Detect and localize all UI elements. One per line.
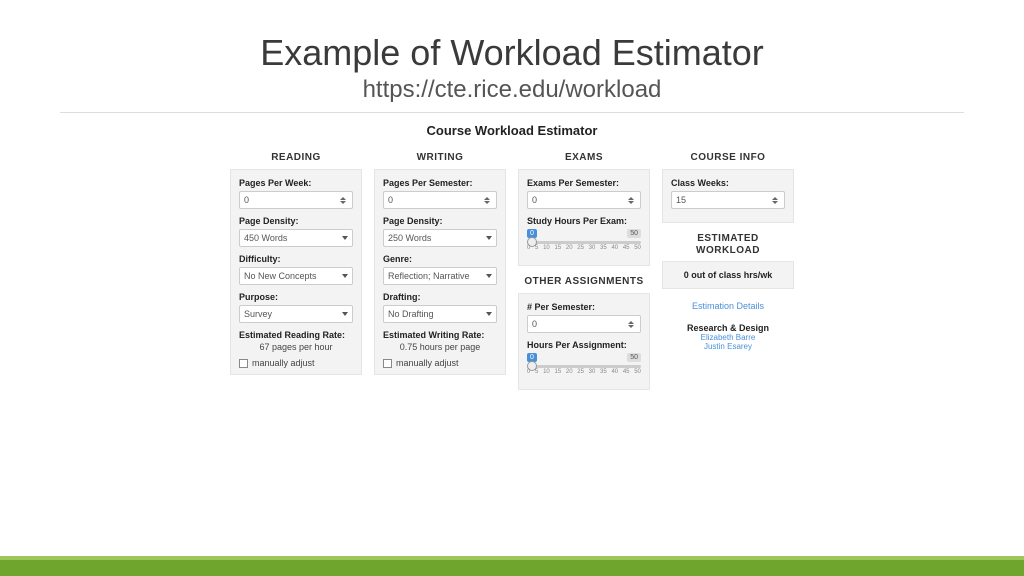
course-panel: Class Weeks: 15: [662, 169, 794, 223]
reading-density-select[interactable]: 450 Words: [239, 229, 353, 247]
chevron-down-icon: [342, 312, 348, 316]
other-persem-input[interactable]: 0: [527, 315, 641, 333]
checkbox-icon: [239, 359, 248, 368]
writing-pages-input[interactable]: 0: [383, 191, 497, 209]
writing-adjust-row[interactable]: manually adjust: [383, 358, 497, 368]
reading-pages-label: Pages Per Week:: [239, 178, 353, 188]
estimator-columns: READING Pages Per Week: 0 Page Density: …: [60, 152, 964, 400]
writing-pages-label: Pages Per Semester:: [383, 178, 497, 188]
reading-heading: READING: [230, 152, 362, 163]
writing-column: WRITING Pages Per Semester: 0 Page Densi…: [374, 152, 506, 400]
slider-ticks: 05101520253035404550: [527, 369, 641, 375]
estimation-details-link[interactable]: Estimation Details: [662, 301, 794, 311]
writing-drafting-select[interactable]: No Drafting: [383, 305, 497, 323]
course-column: COURSE INFO Class Weeks: 15 ESTIMATED WO…: [662, 152, 794, 400]
slider-max-bubble: 50: [627, 353, 641, 362]
slide-title: Example of Workload Estimator: [60, 32, 964, 74]
reading-rate-value: 67 pages per hour: [239, 342, 353, 352]
stepper-icon: [628, 197, 636, 204]
writing-rate-value: 0.75 hours per page: [383, 342, 497, 352]
exams-persem-label: Exams Per Semester:: [527, 178, 641, 188]
course-heading: COURSE INFO: [662, 152, 794, 163]
estimate-heading: ESTIMATED WORKLOAD: [662, 233, 794, 257]
chevron-down-icon: [486, 274, 492, 278]
exams-persem-input[interactable]: 0: [527, 191, 641, 209]
writing-density-select[interactable]: 250 Words: [383, 229, 497, 247]
reading-pages-input[interactable]: 0: [239, 191, 353, 209]
slider-track: [527, 365, 641, 368]
stepper-icon: [484, 197, 492, 204]
reading-purpose-label: Purpose:: [239, 292, 353, 302]
footer-bar: [0, 556, 1024, 576]
exams-column: EXAMS Exams Per Semester: 0 Study Hours …: [518, 152, 650, 400]
writing-density-label: Page Density:: [383, 216, 497, 226]
estimate-value: 0 out of class hrs/wk: [662, 261, 794, 289]
writing-drafting-label: Drafting:: [383, 292, 497, 302]
reading-difficulty-select[interactable]: No New Concepts: [239, 267, 353, 285]
other-persem-label: # Per Semester:: [527, 302, 641, 312]
credits-name-2[interactable]: Justin Esarey: [662, 342, 794, 351]
reading-rate-label: Estimated Reading Rate:: [239, 330, 353, 340]
reading-panel: Pages Per Week: 0 Page Density: 450 Word…: [230, 169, 362, 375]
slider-max-bubble: 50: [627, 229, 641, 238]
divider: [60, 112, 964, 113]
reading-adjust-row[interactable]: manually adjust: [239, 358, 353, 368]
writing-panel: Pages Per Semester: 0 Page Density: 250 …: [374, 169, 506, 375]
exams-study-label: Study Hours Per Exam:: [527, 216, 641, 226]
exams-study-slider[interactable]: 0 50 05101520253035404550: [527, 229, 641, 257]
chevron-down-icon: [486, 236, 492, 240]
stepper-icon: [772, 197, 780, 204]
stepper-icon: [340, 197, 348, 204]
chevron-down-icon: [342, 274, 348, 278]
writing-genre-select[interactable]: Reflection; Narrative: [383, 267, 497, 285]
chevron-down-icon: [486, 312, 492, 316]
course-weeks-input[interactable]: 15: [671, 191, 785, 209]
reading-density-label: Page Density:: [239, 216, 353, 226]
other-panel: # Per Semester: 0 Hours Per Assignment: …: [518, 293, 650, 390]
chevron-down-icon: [342, 236, 348, 240]
slider-ticks: 05101520253035404550: [527, 245, 641, 251]
credits-name-1[interactable]: Elizabeth Barre: [662, 333, 794, 342]
stepper-icon: [628, 321, 636, 328]
credits-heading: Research & Design: [662, 323, 794, 333]
writing-heading: WRITING: [374, 152, 506, 163]
slide-subtitle: https://cte.rice.edu/workload: [60, 76, 964, 104]
exams-heading: EXAMS: [518, 152, 650, 163]
reading-purpose-select[interactable]: Survey: [239, 305, 353, 323]
reading-column: READING Pages Per Week: 0 Page Density: …: [230, 152, 362, 400]
app-title: Course Workload Estimator: [60, 123, 964, 138]
exams-panel: Exams Per Semester: 0 Study Hours Per Ex…: [518, 169, 650, 266]
other-hours-slider[interactable]: 0 50 05101520253035404550: [527, 353, 641, 381]
course-weeks-label: Class Weeks:: [671, 178, 785, 188]
writing-genre-label: Genre:: [383, 254, 497, 264]
writing-rate-label: Estimated Writing Rate:: [383, 330, 497, 340]
checkbox-icon: [383, 359, 392, 368]
reading-difficulty-label: Difficulty:: [239, 254, 353, 264]
slider-track: [527, 241, 641, 244]
other-heading: OTHER ASSIGNMENTS: [518, 276, 650, 287]
other-hours-label: Hours Per Assignment:: [527, 340, 641, 350]
